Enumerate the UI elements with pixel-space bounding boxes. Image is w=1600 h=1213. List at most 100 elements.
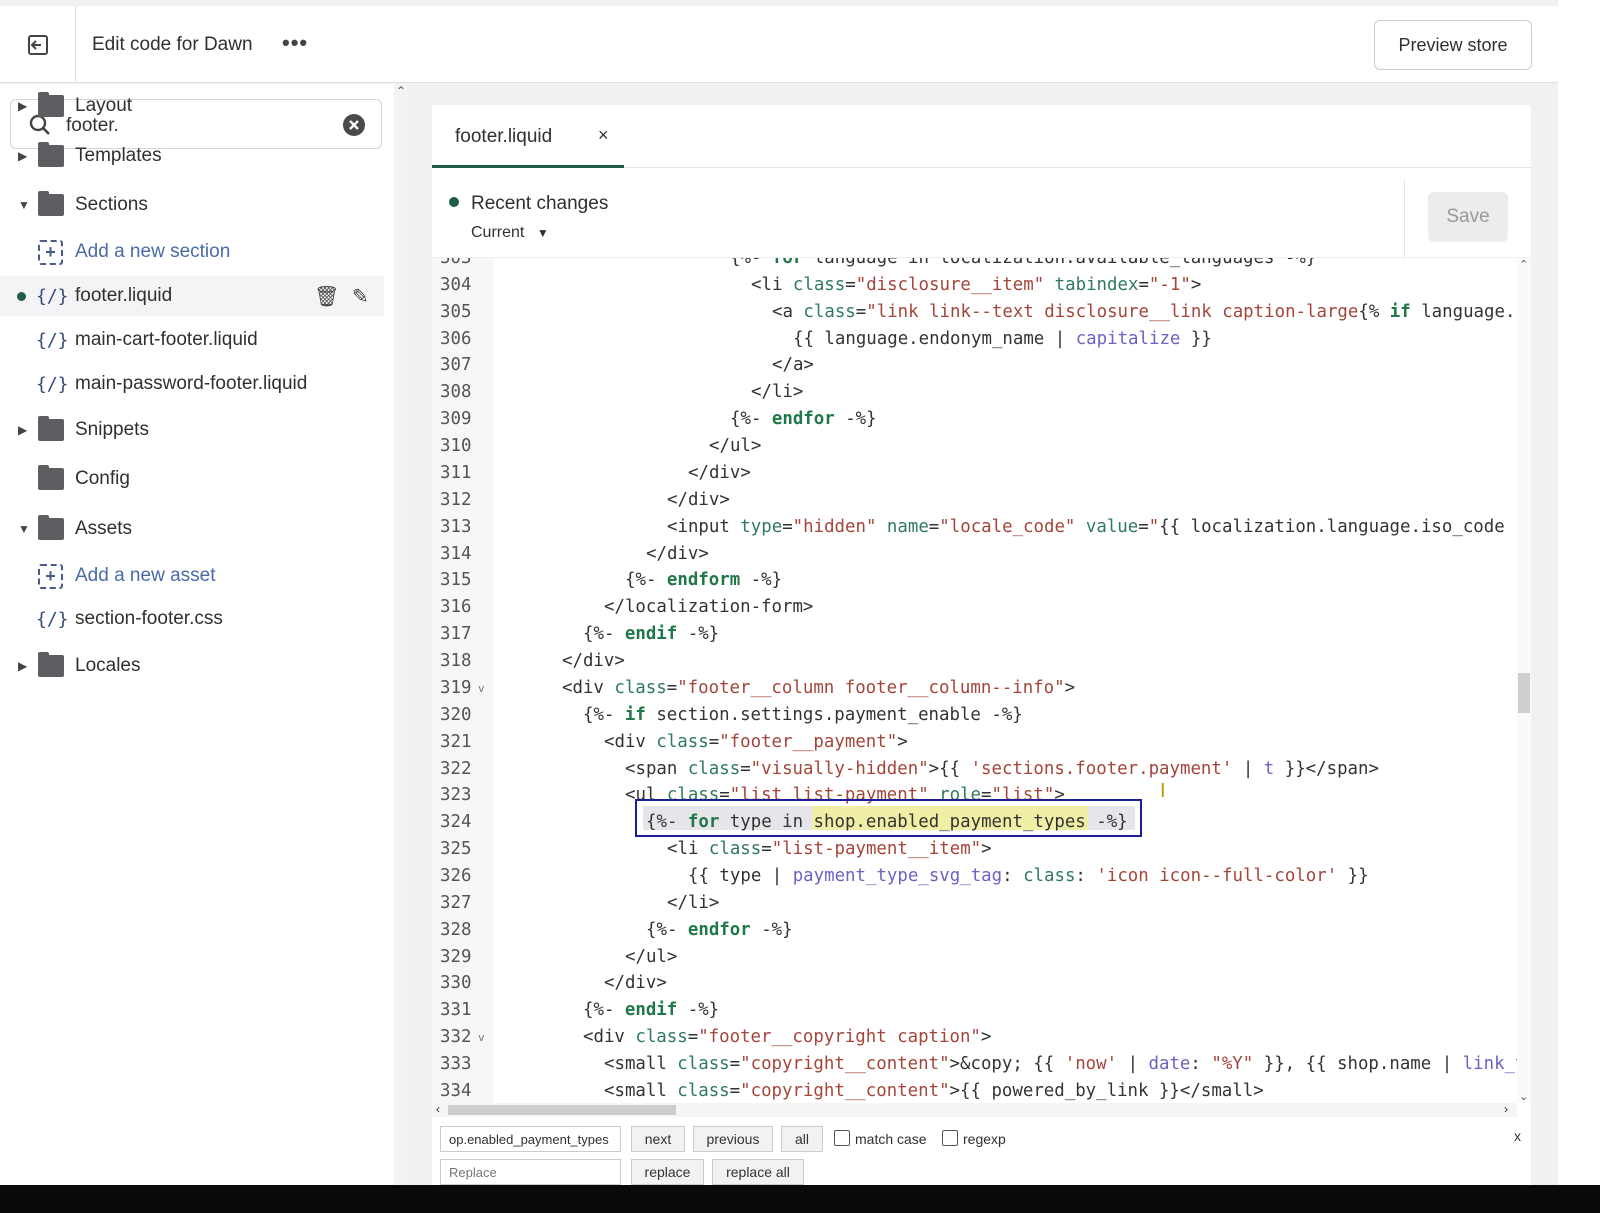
sidebar-item-main-cart-footer-liquid[interactable]: {/} main-cart-footer.liquid <box>0 320 384 360</box>
code-token: "-1" <box>1148 274 1191 295</box>
window-edge <box>1558 0 1600 1185</box>
close-find-icon[interactable]: x <box>1514 1128 1521 1144</box>
code-token: tabindex <box>1044 274 1139 295</box>
code-text: <li class="list-payment__item"> <box>667 836 992 863</box>
code-token: if <box>624 704 646 725</box>
scroll-left-icon[interactable]: ‹ <box>436 1102 440 1116</box>
replace-input[interactable] <box>440 1159 621 1185</box>
caret-right-icon[interactable]: ▶ <box>18 149 27 163</box>
sidebar-item-section-footer-css[interactable]: {/} section-footer.css <box>0 599 384 639</box>
code-token: class <box>635 1027 688 1048</box>
find-input[interactable]: op.enabled_payment_types <box>440 1126 621 1152</box>
tab-footer-liquid[interactable]: footer.liquid × <box>432 105 624 168</box>
horizontal-scroll-thumb[interactable] <box>448 1105 676 1115</box>
replace-all-button[interactable]: replace all <box>712 1159 804 1185</box>
fold-chevron-icon[interactable]: v <box>478 675 485 702</box>
caret-right-icon[interactable]: ▶ <box>18 659 27 673</box>
chevron-down-icon: ▼ <box>536 226 549 240</box>
code-text: </localization-form> <box>604 594 813 621</box>
sidebar-item-assets[interactable]: ▼ Assets <box>0 509 384 549</box>
code-text: </div> <box>562 648 625 675</box>
text-cursor-icon: I <box>1160 780 1166 802</box>
folder-label: Config <box>75 468 130 489</box>
save-button[interactable]: Save <box>1428 192 1508 242</box>
sidebar-item-sections[interactable]: ▼ Sections <box>0 185 384 225</box>
code-text: {%- endfor -%} <box>730 406 877 433</box>
version-dropdown[interactable]: Current ▼ <box>471 224 549 242</box>
vertical-scrollbar[interactable]: ⌃ ⌄ <box>1517 258 1531 1103</box>
vertical-scroll-thumb[interactable] <box>1518 673 1530 713</box>
caret-down-icon[interactable]: ▼ <box>18 522 30 536</box>
sidebar-item-footer-liquid[interactable]: {/} footer.liquid 🗑 ✎ <box>0 276 384 316</box>
code-token: </ul> <box>625 946 678 967</box>
close-tab-icon[interactable]: × <box>598 125 609 146</box>
code-text: {%- for language in localization.availab… <box>730 258 1316 272</box>
code-token: <span <box>625 758 688 779</box>
code-token: "copyright__content" <box>740 1054 950 1075</box>
preview-store-button[interactable]: Preview store <box>1374 20 1532 70</box>
regexp-checkbox[interactable] <box>942 1130 958 1146</box>
status-dot <box>449 197 459 207</box>
scroll-up-icon[interactable]: ⌃ <box>1519 258 1528 271</box>
match-case-checkbox[interactable] <box>834 1130 850 1146</box>
code-token: = <box>1138 516 1149 537</box>
find-all-button[interactable]: all <box>781 1126 823 1152</box>
line-number: 320 <box>440 704 472 725</box>
recent-changes-label: Recent changes <box>471 193 609 214</box>
code-token: = <box>708 731 720 752</box>
replace-button[interactable]: replace <box>631 1159 704 1185</box>
caret-right-icon[interactable]: ▶ <box>18 99 27 113</box>
exit-button[interactable] <box>0 6 76 83</box>
sidebar-scrollbar[interactable]: ⌃ <box>394 84 408 1185</box>
sidebar-item-add-a-new-section[interactable]: + Add a new section <box>0 232 384 272</box>
code-token: endform <box>666 570 741 591</box>
code-token: -%} <box>677 1000 720 1021</box>
sidebar-item-layout[interactable]: ▶ Layout <box>0 86 384 126</box>
find-previous-button[interactable]: previous <box>693 1126 773 1152</box>
line-number: 312 <box>440 489 472 510</box>
code-token: {{ powered_by_link }} <box>960 1080 1180 1101</box>
caret-down-icon[interactable]: ▼ <box>18 198 30 212</box>
sidebar-item-config[interactable]: Config <box>0 459 384 499</box>
more-actions-button[interactable]: ••• <box>282 30 308 56</box>
line-number: 308 <box>440 382 472 403</box>
code-token: 'sections.footer.payment' <box>970 758 1233 779</box>
sidebar-item-templates[interactable]: ▶ Templates <box>0 136 384 176</box>
file-sidebar: footer. ▶ Layout ▶ Templates ▼ Sections + Add a… <box>0 84 396 1185</box>
sidebar-item-locales[interactable]: ▶ Locales <box>0 646 384 686</box>
sidebar-item-main-password-footer-liquid[interactable]: {/} main-password-footer.liquid <box>0 364 384 404</box>
code-token: "list-payment__item" <box>771 839 982 860</box>
sidebar-item-add-a-new-asset[interactable]: + Add a new asset <box>0 556 384 596</box>
line-number: 329 <box>440 946 472 967</box>
code-token: {%- <box>583 624 625 645</box>
code-token: value <box>1075 516 1139 537</box>
code-area[interactable]: 303 {%- for language in localization.avai… <box>432 258 1517 1103</box>
page-title: Edit code for Dawn <box>92 34 253 55</box>
line-number: 314 <box>440 543 472 564</box>
line-number: 311 <box>440 462 472 483</box>
scroll-down-icon[interactable]: ⌄ <box>1519 1090 1528 1103</box>
code-token: endif <box>624 624 678 645</box>
fold-chevron-icon[interactable]: v <box>478 1024 485 1051</box>
horizontal-scrollbar[interactable]: ‹ › <box>432 1102 1517 1117</box>
code-token: type <box>740 516 783 537</box>
code-token: </div> <box>646 543 709 564</box>
code-text: </div> <box>604 970 667 997</box>
code-token: = <box>1138 274 1149 295</box>
trash-icon[interactable]: 🗑 <box>314 284 339 309</box>
code-token: <div <box>562 677 615 698</box>
find-next-button[interactable]: next <box>631 1126 685 1152</box>
scroll-right-icon[interactable]: › <box>1504 1102 1508 1116</box>
line-number: 323 <box>440 785 472 806</box>
line-number: 304 <box>440 274 472 295</box>
pencil-icon[interactable]: ✎ <box>352 284 369 309</box>
code-text: {%- endif -%} <box>583 997 719 1024</box>
code-token: <small <box>604 1054 678 1075</box>
code-token: name <box>876 516 929 537</box>
code-text: </li> <box>667 890 719 917</box>
code-token: > <box>1064 677 1076 698</box>
file-label: section-footer.css <box>75 608 223 629</box>
caret-right-icon[interactable]: ▶ <box>18 423 27 437</box>
code-token: "footer__column footer__column--info" <box>677 677 1065 698</box>
sidebar-item-snippets[interactable]: ▶ Snippets <box>0 410 384 450</box>
